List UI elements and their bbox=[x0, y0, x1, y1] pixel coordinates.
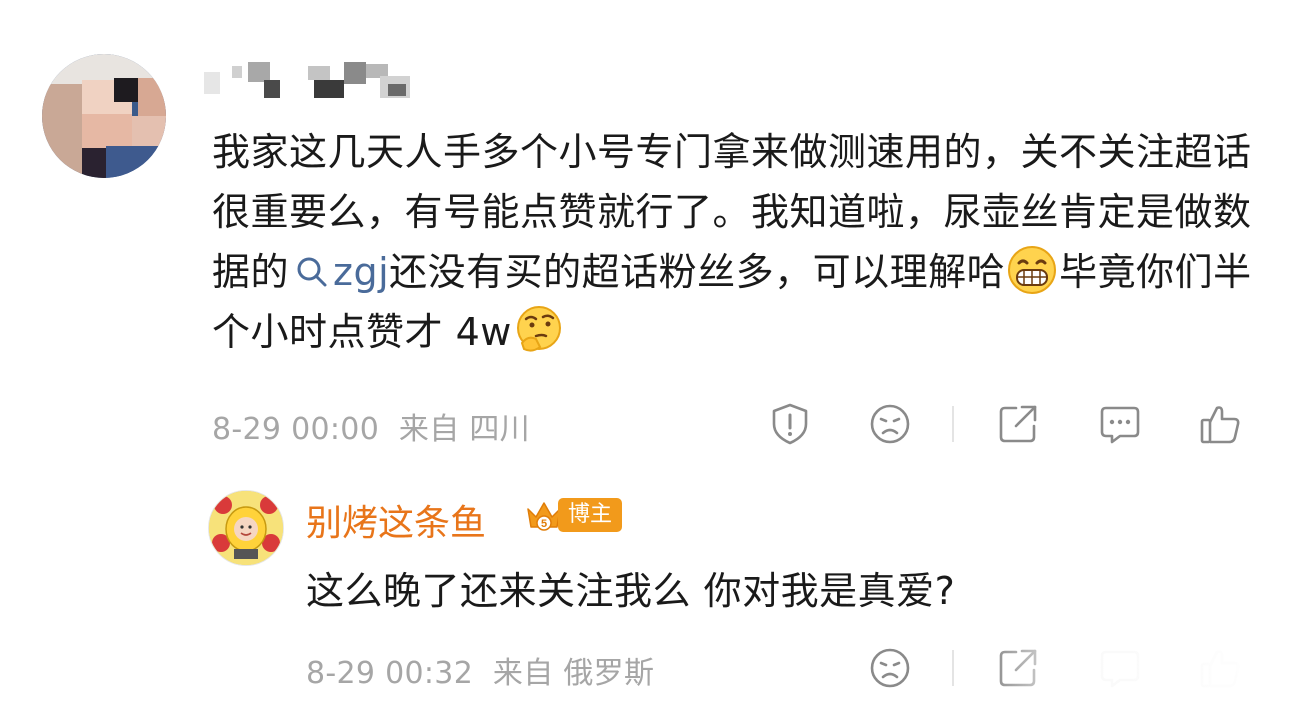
topic-link-label[interactable]: zgj bbox=[333, 250, 389, 294]
reply-body: 这么晚了还来关注我么 你对我是真爱? bbox=[306, 569, 956, 613]
action-divider bbox=[952, 650, 954, 686]
sad-face-icon bbox=[870, 404, 910, 444]
watermark-overlay bbox=[990, 640, 1290, 700]
report-icon bbox=[772, 403, 808, 445]
search-icon bbox=[297, 257, 327, 287]
comment-thread: 我家这几天人手多个小号专门拿来做测速用的，关不关注超话很重要么，有号能点赞就行了… bbox=[0, 0, 1290, 712]
reply-dislike-button[interactable] bbox=[866, 644, 914, 692]
reply-timestamp: 8-29 00:32 bbox=[306, 656, 474, 691]
comment-location: 来自 四川 bbox=[398, 412, 530, 447]
share-button[interactable] bbox=[994, 400, 1042, 448]
comment-body: 我家这几天人手多个小号专门拿来做测速用的，关不关注超话很重要么，有号能点赞就行了… bbox=[212, 122, 1252, 362]
comment-icon bbox=[1100, 406, 1140, 444]
badge-label: 博主 bbox=[558, 498, 623, 532]
comment-text-part2: 还没有买的超话粉丝多，可以理解哈 bbox=[389, 250, 1006, 294]
reply-avatar[interactable] bbox=[208, 490, 284, 566]
dislike-button[interactable] bbox=[866, 400, 914, 448]
report-button[interactable] bbox=[766, 400, 814, 448]
reply-location: 来自 俄罗斯 bbox=[492, 656, 655, 691]
sad-face-icon bbox=[870, 648, 910, 688]
action-divider bbox=[952, 406, 954, 442]
topic-link[interactable]: zgj bbox=[289, 250, 389, 294]
avatar[interactable] bbox=[42, 54, 166, 178]
blogger-badge: 5 博主 bbox=[524, 495, 623, 535]
like-button[interactable] bbox=[1196, 400, 1244, 448]
author-name-blurred[interactable] bbox=[204, 62, 416, 102]
grin-emoji-icon bbox=[1008, 246, 1057, 294]
comment-meta: 8-29 00:00 来自 四川 bbox=[212, 404, 530, 448]
thumbs-up-icon bbox=[1200, 406, 1240, 444]
avatar-illustration-icon bbox=[209, 491, 283, 565]
reply-author[interactable]: 别烤这条鱼 bbox=[306, 494, 486, 546]
reply-meta: 8-29 00:32 来自 俄罗斯 bbox=[306, 648, 654, 692]
svg-text:5: 5 bbox=[541, 518, 547, 530]
thinking-emoji-icon bbox=[516, 306, 561, 352]
comment-timestamp: 8-29 00:00 bbox=[212, 412, 380, 447]
share-icon bbox=[999, 405, 1037, 443]
reply-button[interactable] bbox=[1096, 400, 1144, 448]
